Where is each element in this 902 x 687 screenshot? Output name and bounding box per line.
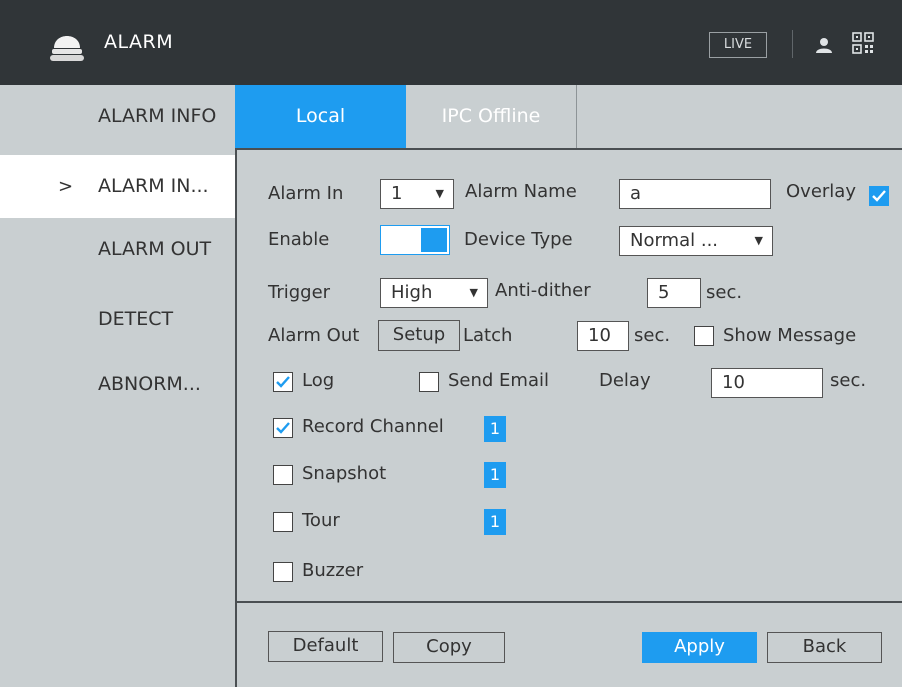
title-bar: ALARM LIVE bbox=[0, 0, 902, 85]
send-email-checkbox[interactable] bbox=[419, 372, 439, 392]
tour-label: Tour bbox=[302, 510, 340, 531]
sidebar-item-label: ALARM INFO bbox=[98, 105, 217, 127]
show-message-label: Show Message bbox=[723, 325, 857, 346]
anti-dither-input[interactable]: 5 bbox=[647, 278, 701, 308]
sidebar-item-alarm-info[interactable]: ALARM INFO bbox=[0, 85, 235, 148]
alarm-name-label: Alarm Name bbox=[465, 181, 577, 202]
copy-button[interactable]: Copy bbox=[393, 632, 505, 663]
overlay-checkbox[interactable] bbox=[869, 186, 889, 206]
tour-checkbox[interactable] bbox=[273, 512, 293, 532]
alarm-name-value: a bbox=[630, 183, 642, 204]
sidebar-item-alarm-out[interactable]: ALARM OUT bbox=[0, 218, 235, 281]
sidebar-item-detect[interactable]: DETECT bbox=[0, 288, 235, 351]
alarm-out-label: Alarm Out bbox=[268, 325, 360, 346]
alarm-name-input[interactable]: a bbox=[619, 179, 771, 209]
latch-value: 10 bbox=[588, 325, 611, 346]
alarm-icon bbox=[50, 36, 84, 61]
chevron-down-icon: ▼ bbox=[435, 187, 444, 200]
anti-dither-unit: sec. bbox=[706, 282, 743, 303]
back-button[interactable]: Back bbox=[767, 632, 882, 663]
chevron-down-icon: ▼ bbox=[754, 234, 763, 247]
record-channel-badge[interactable]: 1 bbox=[484, 416, 506, 442]
title-separator bbox=[792, 30, 793, 58]
default-button[interactable]: Default bbox=[268, 631, 383, 662]
tab-bar: Local IPC Offline bbox=[235, 85, 902, 148]
anti-dither-label: Anti-dither bbox=[495, 280, 591, 301]
toggle-knob bbox=[421, 228, 447, 252]
setup-button[interactable]: Setup bbox=[378, 320, 460, 351]
delay-label: Delay bbox=[599, 370, 651, 391]
tab-ipc-offline[interactable]: IPC Offline bbox=[406, 85, 577, 148]
latch-input[interactable]: 10 bbox=[577, 321, 629, 351]
tab-local[interactable]: Local bbox=[235, 85, 406, 148]
enable-toggle[interactable] bbox=[380, 225, 450, 255]
record-channel-checkbox[interactable] bbox=[273, 418, 293, 438]
snapshot-label: Snapshot bbox=[302, 463, 387, 484]
sidebar-item-label: ALARM OUT bbox=[98, 238, 212, 260]
alarm-in-value: 1 bbox=[391, 183, 403, 204]
chevron-right-icon: > bbox=[58, 176, 74, 197]
trigger-label: Trigger bbox=[268, 282, 331, 303]
user-icon[interactable] bbox=[815, 36, 833, 54]
buzzer-checkbox[interactable] bbox=[273, 562, 293, 582]
latch-unit: sec. bbox=[634, 325, 671, 346]
log-checkbox[interactable] bbox=[273, 372, 293, 392]
trigger-select[interactable]: High ▼ bbox=[380, 278, 488, 308]
device-type-label: Device Type bbox=[464, 229, 573, 250]
check-icon bbox=[276, 422, 290, 434]
device-type-value: Normal ... bbox=[630, 230, 719, 251]
delay-value: 10 bbox=[722, 372, 745, 393]
buzzer-label: Buzzer bbox=[302, 560, 364, 581]
delay-input[interactable]: 10 bbox=[711, 368, 823, 398]
delay-unit: sec. bbox=[830, 370, 867, 391]
device-type-select[interactable]: Normal ... ▼ bbox=[619, 226, 773, 256]
footer-divider bbox=[235, 601, 902, 603]
show-message-checkbox[interactable] bbox=[694, 326, 714, 346]
sidebar: ALARM INFO > ALARM IN... ALARM OUT DETEC… bbox=[0, 85, 235, 687]
record-channel-label: Record Channel bbox=[302, 416, 444, 437]
check-icon bbox=[276, 376, 290, 388]
chevron-down-icon: ▼ bbox=[469, 286, 478, 299]
tour-channel-badge[interactable]: 1 bbox=[484, 509, 506, 535]
check-icon bbox=[872, 190, 886, 202]
alarm-in-label: Alarm In bbox=[268, 183, 344, 204]
snapshot-channel-badge[interactable]: 1 bbox=[484, 462, 506, 488]
sidebar-item-label: ABNORM... bbox=[98, 373, 201, 395]
snapshot-checkbox[interactable] bbox=[273, 465, 293, 485]
sidebar-item-label: DETECT bbox=[98, 308, 174, 330]
live-button[interactable]: LIVE bbox=[709, 32, 767, 58]
sidebar-item-label: ALARM IN... bbox=[98, 175, 209, 197]
latch-label: Latch bbox=[463, 325, 513, 346]
alarm-in-select[interactable]: 1 ▼ bbox=[380, 179, 454, 209]
send-email-label: Send Email bbox=[448, 370, 549, 391]
trigger-value: High bbox=[391, 282, 433, 303]
apply-button[interactable]: Apply bbox=[642, 632, 757, 663]
overlay-label: Overlay bbox=[786, 181, 856, 202]
log-label: Log bbox=[302, 370, 335, 391]
enable-label: Enable bbox=[268, 229, 330, 250]
app-title: ALARM bbox=[104, 31, 174, 53]
anti-dither-value: 5 bbox=[658, 282, 670, 303]
sidebar-item-alarm-in[interactable]: > ALARM IN... bbox=[0, 155, 235, 218]
qr-code-icon[interactable] bbox=[852, 32, 874, 54]
sidebar-item-abnormality[interactable]: ABNORM... bbox=[0, 353, 235, 416]
